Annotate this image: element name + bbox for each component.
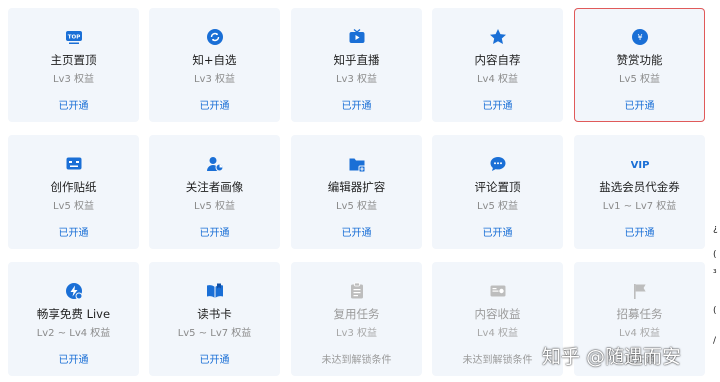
card-status[interactable]: 已开通 [8, 97, 139, 112]
card-name: 关注者画像 [185, 180, 244, 194]
svg-text:VIP: VIP [631, 160, 649, 171]
card-name: 主页置顶 [50, 53, 97, 67]
card-name: 复用任务 [333, 307, 380, 321]
top-badge-icon: TOP [65, 28, 83, 46]
privileges-grid: TOP 主页置顶 Lv3 权益 已开通 知+自选 Lv3 权益 已开通 知乎直播… [0, 0, 720, 382]
book-icon [206, 282, 224, 300]
user-chart-icon [206, 155, 224, 173]
card-name: 盐选会员代金券 [599, 180, 680, 194]
card-name: 畅享免费 Live [36, 307, 111, 321]
live-icon [65, 282, 83, 300]
card-status: 未达到解锁条件 [321, 355, 392, 366]
card-level: Lv1 ~ Lv7 权益 [602, 201, 677, 212]
card-reading-card[interactable]: 读书卡 Lv5 ~ Lv7 权益 已开通 [149, 262, 280, 376]
card-name: 知+自选 [192, 53, 237, 67]
svg-text:¥: ¥ [637, 33, 642, 42]
card-level: Lv5 权益 [335, 201, 378, 212]
card-level: Lv2 ~ Lv4 权益 [36, 328, 111, 339]
card-status[interactable]: 已开通 [149, 97, 280, 112]
card-status[interactable]: 已开通 [432, 97, 563, 112]
refresh-icon [206, 28, 224, 46]
flag-icon [631, 282, 649, 300]
card-level: Lv4 权益 [618, 328, 661, 339]
card-level: Lv5 权益 [52, 201, 95, 212]
task-icon [348, 282, 366, 300]
card-level: Lv3 权益 [335, 328, 378, 339]
card-status[interactable]: 已开通 [432, 224, 563, 239]
card-reuse-task: 复用任务 Lv3 权益 未达到解锁条件 [291, 262, 422, 376]
card-name: 知乎直播 [333, 53, 380, 67]
card-status[interactable]: 已开通 [291, 97, 422, 112]
edge-fragment: ( [713, 250, 717, 260]
card-status[interactable]: 已开通 [8, 224, 139, 239]
income-icon [489, 282, 507, 300]
folder-plus-icon [348, 155, 366, 173]
card-name: 编辑器扩容 [327, 180, 386, 194]
watermark: 知乎 @随遇而安 [542, 346, 682, 368]
card-status[interactable]: 已开通 [574, 224, 705, 239]
vip-icon: VIP [631, 155, 649, 173]
card-status[interactable]: 已开通 [574, 97, 705, 112]
card-tipping[interactable]: ¥ 赞赏功能 Lv5 权益 已开通 [574, 8, 705, 122]
card-level: Lv3 权益 [193, 74, 236, 85]
card-name: 创作贴纸 [50, 180, 97, 194]
card-follower-profile[interactable]: 关注者画像 Lv5 权益 已开通 [149, 135, 280, 249]
card-free-live[interactable]: 畅享免费 Live Lv2 ~ Lv4 权益 已开通 [8, 262, 139, 376]
card-zhiplus[interactable]: 知+自选 Lv3 权益 已开通 [149, 8, 280, 122]
card-level: Lv5 权益 [618, 74, 661, 85]
edge-fragment: ( [713, 306, 717, 316]
svg-text:TOP: TOP [67, 35, 79, 41]
card-level: Lv5 ~ Lv7 权益 [177, 328, 252, 339]
card-level: Lv3 权益 [52, 74, 95, 85]
card-name: 赞赏功能 [616, 53, 663, 67]
card-level: Lv4 权益 [476, 328, 519, 339]
card-level: Lv5 权益 [193, 201, 236, 212]
card-status[interactable]: 已开通 [149, 224, 280, 239]
edge-fragment: ₃ [713, 266, 717, 276]
edge-fragment: / [713, 336, 717, 346]
card-level: Lv4 权益 [476, 74, 519, 85]
card-name: 评论置顶 [474, 180, 521, 194]
card-name: 读书卡 [197, 307, 232, 321]
card-name: 内容自荐 [474, 53, 521, 67]
coin-icon: ¥ [631, 28, 649, 46]
card-level: Lv5 权益 [476, 201, 519, 212]
tv-play-icon [348, 28, 366, 46]
card-live-stream[interactable]: 知乎直播 Lv3 权益 已开通 [291, 8, 422, 122]
card-name: 招募任务 [616, 307, 663, 321]
card-editor-expand[interactable]: 编辑器扩容 Lv5 权益 已开通 [291, 135, 422, 249]
card-salt-voucher[interactable]: VIP 盐选会员代金券 Lv1 ~ Lv7 权益 已开通 [574, 135, 705, 249]
card-self-recommend[interactable]: 内容自荐 Lv4 权益 已开通 [432, 8, 563, 122]
comment-icon [489, 155, 507, 173]
card-status[interactable]: 已开通 [291, 224, 422, 239]
card-creation-sticker[interactable]: 创作贴纸 Lv5 权益 已开通 [8, 135, 139, 249]
card-comment-pin[interactable]: 评论置顶 Lv5 权益 已开通 [432, 135, 563, 249]
card-status[interactable]: 已开通 [149, 351, 280, 366]
card-name: 内容收益 [474, 307, 521, 321]
sticker-icon [65, 155, 83, 173]
card-homepage-pin[interactable]: TOP 主页置顶 Lv3 权益 已开通 [8, 8, 139, 122]
star-icon [489, 28, 507, 46]
edge-fragment: ¿ [713, 224, 718, 234]
card-level: Lv3 权益 [335, 74, 378, 85]
card-status[interactable]: 已开通 [8, 351, 139, 366]
